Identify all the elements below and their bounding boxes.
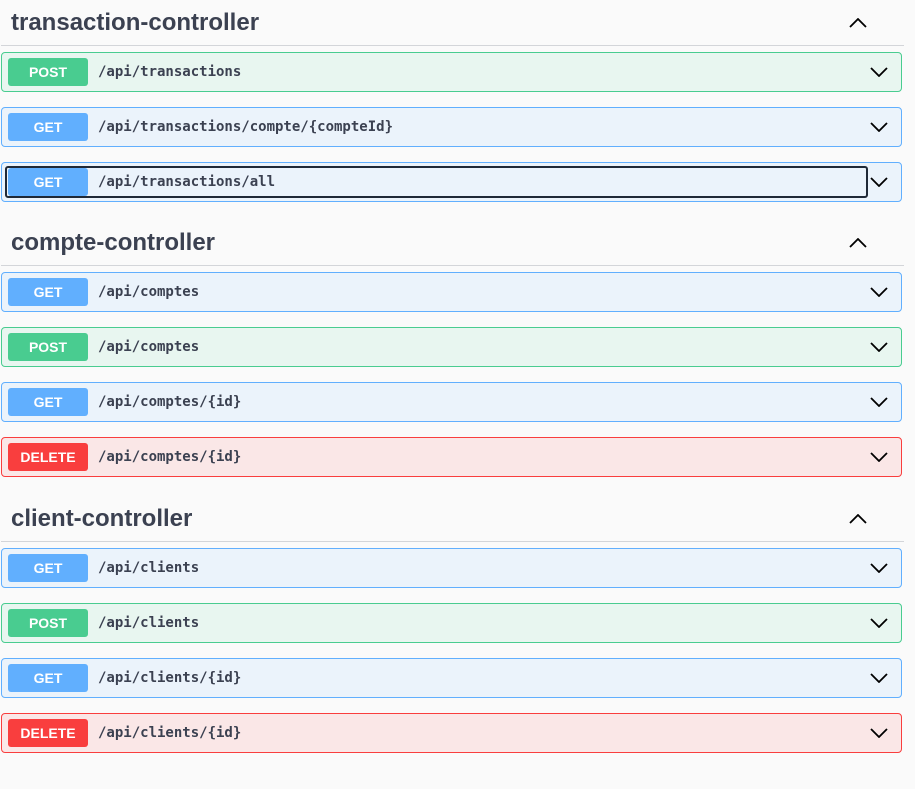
method-badge: DELETE: [8, 443, 88, 471]
method-badge: POST: [8, 58, 88, 86]
chevron-down-icon[interactable]: [869, 63, 889, 81]
chevron-down-icon[interactable]: [869, 393, 889, 411]
method-badge: GET: [8, 278, 88, 306]
endpoint-path: /api/clients/{id}: [98, 670, 242, 686]
endpoint-path: /api/comptes/{id}: [98, 394, 242, 410]
chevron-down-icon[interactable]: [869, 669, 889, 687]
chevron-up-icon[interactable]: [848, 509, 868, 529]
chevron-down-icon[interactable]: [869, 118, 889, 136]
chevron-up-icon[interactable]: [848, 233, 868, 253]
endpoint-path: /api/transactions/all: [98, 174, 276, 190]
operation-post-transactions[interactable]: POST /api/transactions: [1, 52, 902, 92]
operation-delete-compte[interactable]: DELETE /api/comptes/{id}: [1, 437, 902, 477]
operation-get-clients[interactable]: GET /api/clients: [1, 548, 902, 588]
operation-post-comptes[interactable]: POST /api/comptes: [1, 327, 902, 367]
section-title: transaction-controller: [11, 8, 260, 36]
section-client-controller: client-controller: [0, 496, 915, 542]
section-compte-controller: compte-controller: [0, 220, 915, 266]
method-badge: GET: [8, 554, 88, 582]
operation-get-client-by-id[interactable]: GET /api/clients/{id}: [1, 658, 902, 698]
method-badge: DELETE: [8, 719, 88, 747]
operation-get-transactions-compte[interactable]: GET /api/transactions/compte/{compteId}: [1, 107, 902, 147]
section-header[interactable]: transaction-controller: [1, 0, 904, 46]
operation-post-clients[interactable]: POST /api/clients: [1, 603, 902, 643]
endpoint-path: /api/clients: [98, 615, 200, 631]
operation-get-compte-by-id[interactable]: GET /api/comptes/{id}: [1, 382, 902, 422]
operation-delete-client[interactable]: DELETE /api/clients/{id}: [1, 713, 902, 753]
method-badge: GET: [8, 168, 88, 196]
endpoint-path: /api/transactions/compte/{compteId}: [98, 119, 394, 135]
operation-get-transactions-all[interactable]: GET /api/transactions/all: [1, 162, 902, 202]
section-header[interactable]: compte-controller: [1, 220, 904, 266]
section-title: compte-controller: [11, 228, 216, 256]
chevron-up-icon[interactable]: [848, 13, 868, 33]
chevron-down-icon[interactable]: [869, 448, 889, 466]
chevron-down-icon[interactable]: [869, 338, 889, 356]
endpoint-path: /api/transactions: [98, 64, 242, 80]
section-header[interactable]: client-controller: [1, 496, 904, 542]
operation-get-comptes[interactable]: GET /api/comptes: [1, 272, 902, 312]
method-badge: POST: [8, 333, 88, 361]
section-title: client-controller: [11, 504, 193, 532]
endpoint-path: /api/comptes/{id}: [98, 449, 242, 465]
chevron-down-icon[interactable]: [869, 559, 889, 577]
method-badge: POST: [8, 609, 88, 637]
chevron-down-icon[interactable]: [869, 173, 889, 191]
chevron-down-icon[interactable]: [869, 283, 889, 301]
method-badge: GET: [8, 388, 88, 416]
method-badge: GET: [8, 113, 88, 141]
endpoint-path: /api/comptes: [98, 339, 200, 355]
section-transaction-controller: transaction-controller: [0, 0, 915, 46]
chevron-down-icon[interactable]: [869, 724, 889, 742]
endpoint-path: /api/clients: [98, 560, 200, 576]
chevron-down-icon[interactable]: [869, 614, 889, 632]
endpoint-path: /api/comptes: [98, 284, 200, 300]
endpoint-path: /api/clients/{id}: [98, 725, 242, 741]
method-badge: GET: [8, 664, 88, 692]
